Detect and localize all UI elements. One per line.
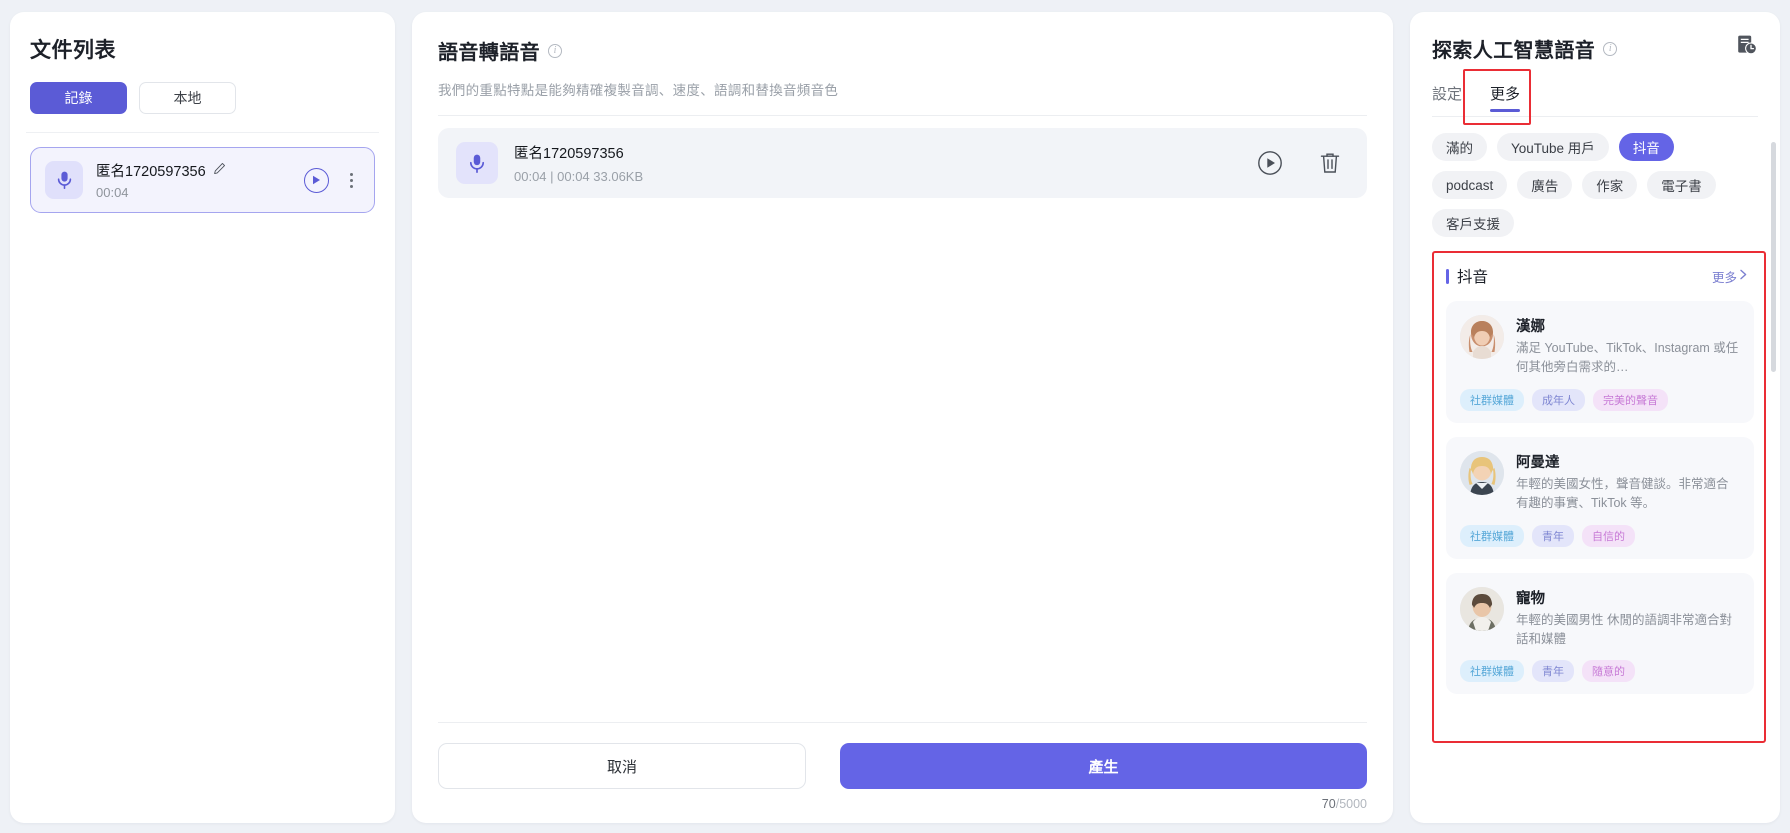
voice-card[interactable]: 阿曼達 年輕的美國女性，聲音健談。非常適合有趣的事實、TikTok 等。 社群媒… [1446,436,1754,559]
voice-group-header: 抖音 更多 [1446,265,1754,287]
app-root: 文件列表 記錄 本地 匿名1720597356 00:04 語音轉語音 i 我們… [0,0,1790,833]
microphone-icon [456,142,498,184]
center-title: 語音轉語音 [438,42,540,64]
character-counter-max: 5000 [1339,797,1367,811]
right-tabs: 設定 更多 [1410,69,1780,125]
avatar [1460,315,1504,359]
microphone-icon [45,161,83,199]
list-item-duration: 00:04 [96,185,129,200]
voice-to-voice-panel: 語音轉語音 i 我們的重點特點是能夠精確複製音調、速度、語調和替換音頻音色 匿名… [412,12,1393,823]
center-spacer [438,198,1367,722]
page-title: 文件列表 [30,39,116,62]
history-clock-icon[interactable] [1736,34,1758,61]
tab-settings[interactable]: 設定 [1432,79,1476,116]
voice-card[interactable]: 漢娜 滿足 YouTube、TikTok、Instagram 或任何其他旁白需求… [1446,301,1754,423]
character-counter-current: 70 [1321,797,1336,811]
right-header: 探索人工智慧語音 i [1410,34,1780,63]
tab-more[interactable]: 更多 [1476,79,1534,116]
play-circle-icon[interactable] [1257,150,1283,176]
right-title: 探索人工智慧語音 [1432,40,1596,62]
voice-card-description: 年輕的美國男性 休閒的語調非常適合對話和媒體 [1516,612,1732,646]
voice-card[interactable]: 寵物 年輕的美國男性 休閒的語調非常適合對話和媒體 社群媒體 青年 隨意的 [1446,572,1754,695]
category-chips: 滿的 YouTube 用戶 抖音 podcast 廣告 作家 電子書 客戶支援 [1410,117,1780,251]
voice-group-more-link[interactable]: 更多 [1712,267,1748,286]
voice-tag: 青年 [1532,524,1574,547]
generate-button[interactable]: 產生 [840,743,1367,789]
voice-tag: 社群媒體 [1460,388,1524,411]
avatar [1460,450,1504,495]
chevron-right-icon [1739,269,1748,283]
chip-douyin[interactable]: 抖音 [1618,133,1674,161]
avatar [1460,586,1504,631]
voice-card-description: 年輕的美國女性，聲音健談。非常適合有趣的事實、TikTok 等。 [1516,476,1729,511]
tab-active-underline [1490,109,1521,112]
tab-records[interactable]: 記錄 [30,82,127,114]
audio-item-meta: 匿名1720597356 00:04 | 00:04 33.06KB [514,142,1241,184]
play-circle-icon[interactable] [304,167,329,193]
divider [26,132,379,133]
scrollbar-thumb[interactable] [1771,142,1776,372]
chip-advertising[interactable]: 廣告 [1517,171,1573,199]
voice-tag: 隨意的 [1582,660,1635,683]
voice-card-tags: 社群媒體 青年 自信的 [1460,524,1740,547]
chip-podcast[interactable]: podcast [1432,171,1508,199]
voice-card-tags: 社群媒體 成年人 完美的聲音 [1460,388,1740,411]
trash-icon[interactable] [1319,151,1341,175]
pencil-edit-icon[interactable] [213,162,226,180]
info-icon[interactable]: i [548,43,562,58]
audio-item-row[interactable]: 匿名1720597356 00:04 | 00:04 33.06KB [438,128,1367,198]
center-subtitle: 我們的重點特點是能夠精確複製音調、速度、語調和替換音頻音色 [438,83,839,98]
voice-tag: 完美的聲音 [1593,388,1668,411]
voice-tag: 社群媒體 [1460,660,1524,683]
voice-tag: 社群媒體 [1460,524,1524,547]
cancel-button[interactable]: 取消 [438,743,806,789]
audio-item-info: 00:04 | 00:04 33.06KB [514,169,644,184]
voice-card-name: 寵物 [1516,590,1545,607]
chip-full[interactable]: 滿的 [1432,133,1487,161]
voice-card-name: 阿曼達 [1516,454,1560,471]
chip-youtube-user[interactable]: YouTube 用戶 [1497,133,1609,161]
file-source-tabs: 記錄 本地 [30,82,375,114]
voice-group-title: 抖音 [1457,269,1489,286]
voice-group-more-label: 更多 [1711,270,1737,285]
chip-customer-support[interactable]: 客戶支援 [1432,209,1514,237]
center-title-row: 語音轉語音 i [438,36,1367,65]
list-item-title: 匿名1720597356 [96,164,206,180]
voice-group-title-wrap: 抖音 [1446,265,1488,287]
voice-tag: 成年人 [1532,388,1585,411]
tab-local[interactable]: 本地 [139,82,236,114]
voice-card-tags: 社群媒體 青年 隨意的 [1460,660,1740,683]
voice-tag: 青年 [1532,660,1574,683]
voice-group-highlight-box: 抖音 更多 漢娜 滿足 YouTube、TikTok、Instagram 或任何… [1432,251,1766,743]
list-item[interactable]: 匿名1720597356 00:04 [30,147,375,213]
center-actions: 取消 產生 [438,723,1367,797]
divider [438,115,1367,116]
kebab-menu-icon[interactable] [342,172,360,188]
voice-card-description: 滿足 YouTube、TikTok、Instagram 或任何其他旁白需求的… [1516,341,1739,375]
audio-item-name: 匿名1720597356 [514,146,624,162]
chip-ebook[interactable]: 電子書 [1647,171,1716,199]
voice-tag: 自信的 [1582,524,1635,547]
info-icon[interactable]: i [1603,41,1618,56]
accent-bar [1446,268,1449,284]
chip-writer[interactable]: 作家 [1582,171,1638,199]
file-list-panel: 文件列表 記錄 本地 匿名1720597356 00:04 [10,12,395,823]
tab-more-label: 更多 [1490,86,1521,103]
voice-card-name: 漢娜 [1516,319,1545,335]
list-item-meta: 匿名1720597356 00:04 [96,160,291,200]
character-counter: 70/5000 [438,797,1367,823]
explore-ai-voice-panel: 探索人工智慧語音 i 設定 更多 滿的 YouTube 用戶 抖音 podcas… [1410,12,1780,823]
